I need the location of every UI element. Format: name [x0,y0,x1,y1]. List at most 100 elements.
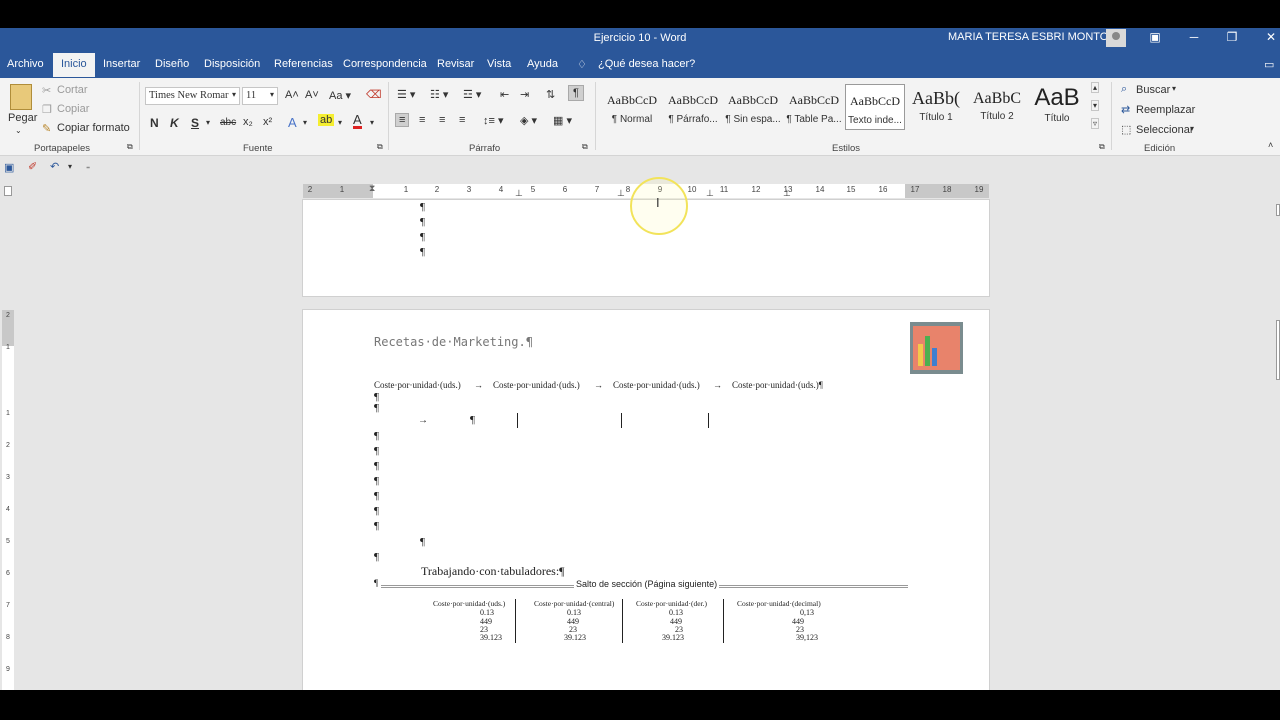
search-icon[interactable]: ⌕ [1121,83,1127,96]
format-painter-button[interactable]: Copiar formato [57,122,130,134]
chevron-down-icon[interactable]: ▾ [1172,84,1176,93]
select-button[interactable]: Seleccionar [1136,124,1193,136]
subscript-icon[interactable]: x₂ [243,116,253,128]
document-page[interactable]: Recetas·de·Marketing.¶ Coste·por·unidad·… [303,310,989,710]
tab-correspondencia[interactable]: Correspondencia [343,58,427,70]
scroll-mark[interactable] [1276,204,1280,216]
dialog-launcher-icon[interactable]: ⧉ [377,142,383,152]
tab-stop-icon[interactable]: ⊥ [706,188,714,199]
scissors-icon[interactable]: ✂ [42,84,51,97]
bullets-icon[interactable]: ☰ ▾ [397,88,415,101]
style-sin-espaciado[interactable]: AaBbCcD ¶ Sin espa... [723,84,783,130]
style-titulo[interactable]: AaB Título [1027,84,1087,130]
highlight-icon[interactable]: ab [318,114,335,126]
minimize-icon[interactable]: ─ [1184,30,1204,44]
vertical-ruler[interactable]: 2 1 1 2 3 4 5 6 7 8 9 [2,310,14,690]
tab-disposicion[interactable]: Disposición [204,58,260,70]
style-titulo-2[interactable]: AaBbC Título 2 [967,84,1027,130]
tab-archivo[interactable]: Archivo [7,58,44,70]
decrease-indent-icon[interactable]: ⇤ [500,88,509,101]
tab-insertar[interactable]: Insertar [103,58,140,70]
sort-icon[interactable]: ⇅ [546,88,555,101]
customize-toolbar-icon[interactable]: ₌ [86,162,90,171]
justify-icon[interactable]: ≡ [459,114,465,126]
borders-icon[interactable]: ▦ ▾ [553,114,572,127]
chevron-down-icon[interactable]: ▾ [338,118,342,127]
gallery-up-icon[interactable]: ▴ [1091,82,1100,93]
chevron-down-icon[interactable]: ▾ [1190,124,1194,133]
chevron-down-icon[interactable]: ▾ [270,90,274,99]
chevron-down-icon[interactable]: ▾ [206,118,210,127]
bold-icon[interactable]: N [150,116,159,130]
lightbulb-icon[interactable]: ♢ [577,58,587,71]
clear-formatting-icon[interactable]: ⌫ [366,88,382,101]
dialog-launcher-icon[interactable]: ⧉ [1099,142,1105,152]
clear-icon[interactable]: ✐ [28,160,37,173]
avatar[interactable] [1106,29,1126,47]
tab-diseno[interactable]: Diseño [155,58,189,70]
replace-icon[interactable]: ⇄ [1121,103,1130,116]
dialog-launcher-icon[interactable]: ⧉ [582,142,588,152]
tab-referencias[interactable]: Referencias [274,58,333,70]
save-icon[interactable]: ▣ [4,161,14,174]
tab-stop-icon[interactable]: ⊥ [515,188,523,199]
align-center-icon[interactable]: ≡ [419,114,425,126]
scroll-thumb[interactable] [1276,320,1280,380]
gallery-more-icon[interactable]: ▿ [1091,118,1100,129]
change-case-icon[interactable]: Aa ▾ [329,89,351,102]
close-icon[interactable]: ✕ [1261,30,1280,44]
comments-icon[interactable]: ▭ [1264,58,1274,71]
increase-indent-icon[interactable]: ⇥ [520,88,529,101]
font-color-icon[interactable]: A [353,113,362,129]
tab-inicio[interactable]: Inicio [53,53,95,77]
select-icon[interactable]: ⬚ [1121,123,1131,136]
tab-stop-icon[interactable]: ⊥ [617,188,625,199]
shading-icon[interactable]: ◈ ▾ [520,114,537,127]
dialog-launcher-icon[interactable]: ⧉ [127,142,133,152]
gallery-down-icon[interactable]: ▾ [1091,100,1100,111]
user-name[interactable]: MARIA TERESA ESBRI MONTOLIU [948,31,1125,43]
copy-button[interactable]: Copiar [57,103,89,115]
paste-button[interactable]: Pegar [8,112,37,124]
grow-font-icon[interactable]: A˄ [285,89,299,101]
line-spacing-icon[interactable]: ↕≡ ▾ [483,114,504,127]
style-table-paragraph[interactable]: AaBbCcD ¶ Table Pa... [784,84,844,130]
chevron-down-icon[interactable]: ⌄ [15,126,22,135]
strikethrough-icon[interactable]: abc [220,117,236,128]
chevron-down-icon[interactable]: ▾ [232,90,236,99]
chevron-down-icon[interactable]: ▾ [370,118,374,127]
view-toggle-icon[interactable] [4,186,12,196]
copy-icon[interactable]: ❐ [42,103,52,116]
tab-stop-icon[interactable]: ⊥ [783,188,791,199]
multilevel-list-icon[interactable]: ☲ ▾ [463,88,481,101]
underline-icon[interactable]: S [191,116,199,130]
superscript-icon[interactable]: x² [263,116,272,128]
style-normal[interactable]: AaBbCcD ¶ Normal [602,84,662,130]
numbering-icon[interactable]: ☷ ▾ [430,88,448,101]
style-texto-independiente[interactable]: AaBbCcD Texto inde... [845,84,905,130]
undo-icon[interactable]: ↶ [50,160,59,173]
collapse-ribbon-icon[interactable]: ˄ [1268,140,1273,150]
italic-icon[interactable]: K [170,116,179,130]
style-parrafo[interactable]: AaBbCcD ¶ Párrafo... [663,84,723,130]
vertical-scrollbar[interactable] [1262,180,1280,690]
chevron-down-icon[interactable]: ▾ [303,118,307,127]
text-effects-icon[interactable]: A [288,115,297,130]
tab-revisar[interactable]: Revisar [437,58,474,70]
shrink-font-icon[interactable]: A˅ [305,89,319,101]
restore-icon[interactable]: ❐ [1222,30,1242,44]
align-right-icon[interactable]: ≡ [439,114,445,126]
tell-me-search[interactable]: ¿Qué desea hacer? [598,58,695,70]
font-name-field[interactable]: Times New Romar [145,87,240,105]
tab-vista[interactable]: Vista [487,58,511,70]
find-button[interactable]: Buscar [1136,84,1170,96]
chevron-down-icon[interactable]: ▾ [68,162,72,171]
show-formatting-icon[interactable]: ¶ [568,85,584,101]
align-left-icon[interactable]: ≡ [395,113,410,127]
indent-marker-icon[interactable]: ⧗ [369,183,375,194]
ribbon-display-icon[interactable]: ▣ [1145,30,1165,44]
cut-button[interactable]: Cortar [57,84,88,96]
replace-button[interactable]: Reemplazar [1136,104,1195,116]
style-titulo-1[interactable]: AaBb( Título 1 [906,84,966,130]
paste-icon[interactable] [10,84,32,110]
